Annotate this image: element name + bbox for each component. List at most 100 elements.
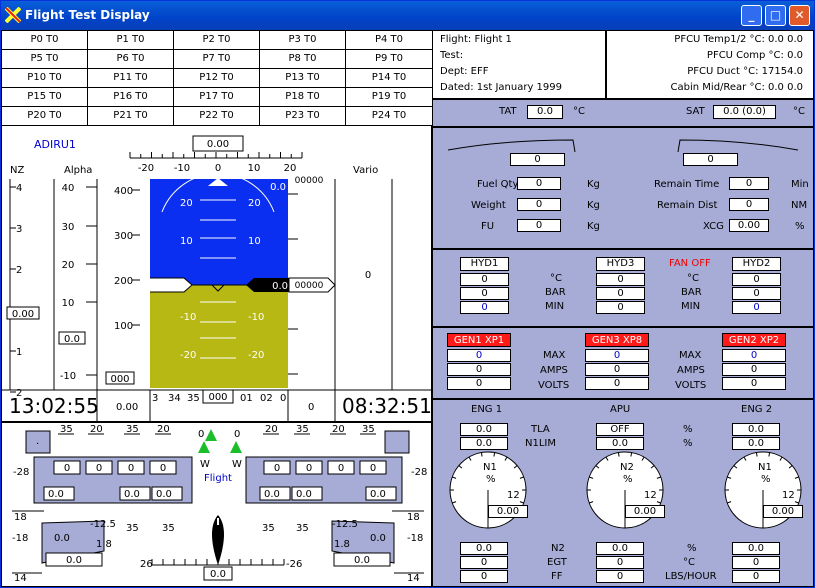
right-elevator-35a: 35 — [262, 523, 275, 534]
param-cell[interactable]: P19 T0 — [345, 87, 433, 107]
param-cell[interactable]: P16 T0 — [87, 87, 174, 107]
sat-label: SAT — [686, 106, 705, 117]
nz-tick: 4 — [16, 183, 22, 194]
remain-time-unit: Min — [791, 179, 809, 190]
n2-label: N2 — [551, 543, 565, 554]
param-cell[interactable]: P5 T0 — [1, 49, 88, 69]
left-elevator-35b: 35 — [162, 523, 175, 534]
param-cell[interactable]: P20 T0 — [1, 106, 88, 126]
remain-time-label: Remain Time — [654, 179, 720, 190]
nz-tick: 3 — [16, 224, 22, 235]
left-elevator-value: 0.0 — [54, 533, 70, 544]
eng1-n1lim: 0.0 — [460, 437, 508, 450]
n1lim-unit: % — [683, 438, 693, 449]
heading-scale-label: 0 — [215, 163, 221, 174]
tla-unit: % — [683, 424, 693, 435]
hyd-temp-unit-2: °C — [687, 273, 699, 284]
pfcu-temp: PFCU Temp1/2 °C: 0.0 0.0 — [674, 34, 803, 45]
param-cell[interactable]: P18 T0 — [259, 87, 346, 107]
param-cell[interactable]: P8 T0 — [259, 49, 346, 69]
param-cell[interactable]: P0 T0 — [1, 30, 88, 50]
param-cell[interactable]: P11 T0 — [87, 68, 174, 88]
hyd-value: 0 — [460, 287, 509, 300]
rudder-left-label: 26 — [140, 559, 153, 570]
remain-dist-unit: NM — [791, 200, 808, 211]
param-cell[interactable]: P14 T0 — [345, 68, 433, 88]
param-cell[interactable]: P13 T0 — [259, 68, 346, 88]
adiru-label: ADIRU1 — [34, 138, 76, 151]
right-indicator-button[interactable] — [384, 430, 410, 454]
param-cell[interactable]: P15 T0 — [1, 87, 88, 107]
speed-tick: 100 — [114, 321, 133, 332]
param-cell[interactable]: P21 T0 — [87, 106, 174, 126]
rudder-right-label: -26 — [286, 559, 302, 570]
param-cell[interactable]: P6 T0 — [87, 49, 174, 69]
alpha-tick: 30 — [62, 222, 75, 233]
fan-off-warning: FAN OFF — [669, 258, 711, 269]
rudder-value: 0.0 — [210, 569, 226, 580]
param-cell[interactable]: P1 T0 — [87, 30, 174, 50]
alpha-tick: 10 — [62, 298, 75, 309]
n2-unit: % — [687, 543, 697, 554]
hydraulics-panel: HYD1 HYD3 FAN OFF HYD2 °C BAR MIN °C BAR… — [432, 249, 814, 327]
param-cell[interactable]: P24 T0 — [345, 106, 433, 126]
hyd-bar-unit: BAR — [545, 287, 566, 298]
left-wing-value: 0 — [160, 463, 166, 474]
engine-bottom-value: 0 — [460, 556, 508, 569]
param-cell[interactable]: P7 T0 — [173, 49, 260, 69]
dial-scale: 12 — [507, 490, 520, 501]
egt-label: EGT — [547, 557, 567, 568]
bottom-right-value: 0 — [308, 402, 314, 413]
alpha-tick: 40 — [62, 183, 75, 194]
weight-label: Weight — [471, 200, 506, 211]
apu-n1lim: 0.0 — [596, 437, 644, 450]
heading-tape-label: 02 — [260, 393, 273, 404]
gen-volts-label-2: VOLTS — [675, 380, 707, 391]
ff-label: FF — [551, 571, 563, 582]
remain-time-value: 0 — [729, 177, 769, 190]
nz-tick: 2 — [16, 265, 22, 276]
parameter-grid: P0 T0 P1 T0 P2 T0 P3 T0 P4 T0 P5 T0 P6 T0 P7 T0… — [1, 30, 433, 126]
param-cell[interactable]: P17 T0 — [173, 87, 260, 107]
left-elevator-bottom: 1.8 — [96, 539, 112, 550]
fuel-right-value: 0 — [683, 153, 738, 166]
heading-scale-label: 20 — [284, 163, 297, 174]
minimize-button[interactable]: _ — [741, 5, 762, 26]
right-18-label: 18 — [407, 512, 420, 523]
roll-value: 0.0 — [272, 281, 288, 292]
hyd-value: 0 — [596, 301, 645, 314]
gen-value: 0 — [447, 377, 511, 390]
param-cell[interactable]: P22 T0 — [173, 106, 260, 126]
hyd-min-unit-2: MIN — [681, 301, 701, 312]
hyd-value: 0 — [460, 273, 509, 286]
maximize-button[interactable]: □ — [765, 5, 786, 26]
dial-scale: 12 — [782, 490, 795, 501]
sat-value: 0.0 (0.0) — [713, 105, 776, 119]
close-button[interactable]: ✕ — [789, 5, 810, 26]
pitch-label: -20 — [248, 350, 264, 361]
left-elevator-low: 0.0 — [66, 555, 82, 566]
param-cell[interactable]: P9 T0 — [345, 49, 433, 69]
right-row-value: 0.0 — [370, 489, 386, 500]
tat-value: 0.0 — [527, 105, 563, 119]
param-cell[interactable]: P10 T0 — [1, 68, 88, 88]
heading-tape-value: 000 — [208, 392, 227, 403]
title-bar[interactable]: Flight Test Display _ □ ✕ — [1, 1, 814, 30]
eng2-dial-value: 0.00 — [763, 505, 803, 518]
param-cell[interactable]: P23 T0 — [259, 106, 346, 126]
param-cell[interactable]: P3 T0 — [259, 30, 346, 50]
right-row-value: 0.0 — [264, 489, 280, 500]
heading-tape-label: 01 — [240, 393, 253, 404]
left-neg18-label: -18 — [12, 533, 28, 544]
param-cell[interactable]: P12 T0 — [173, 68, 260, 88]
right-wing-value: 0 — [338, 463, 344, 474]
test-label: Test: — [440, 50, 464, 61]
param-cell[interactable]: P4 T0 — [345, 30, 433, 50]
param-cell[interactable]: P2 T0 — [173, 30, 260, 50]
pitch-label: 10 — [248, 236, 261, 247]
roll-indicator: 0.0 — [270, 182, 286, 193]
right-side-label: -28 — [411, 467, 427, 478]
alpha-value: 0.0 — [64, 334, 80, 345]
time-left: 13:02:55 — [9, 394, 99, 418]
pitch-label: -10 — [180, 312, 196, 323]
